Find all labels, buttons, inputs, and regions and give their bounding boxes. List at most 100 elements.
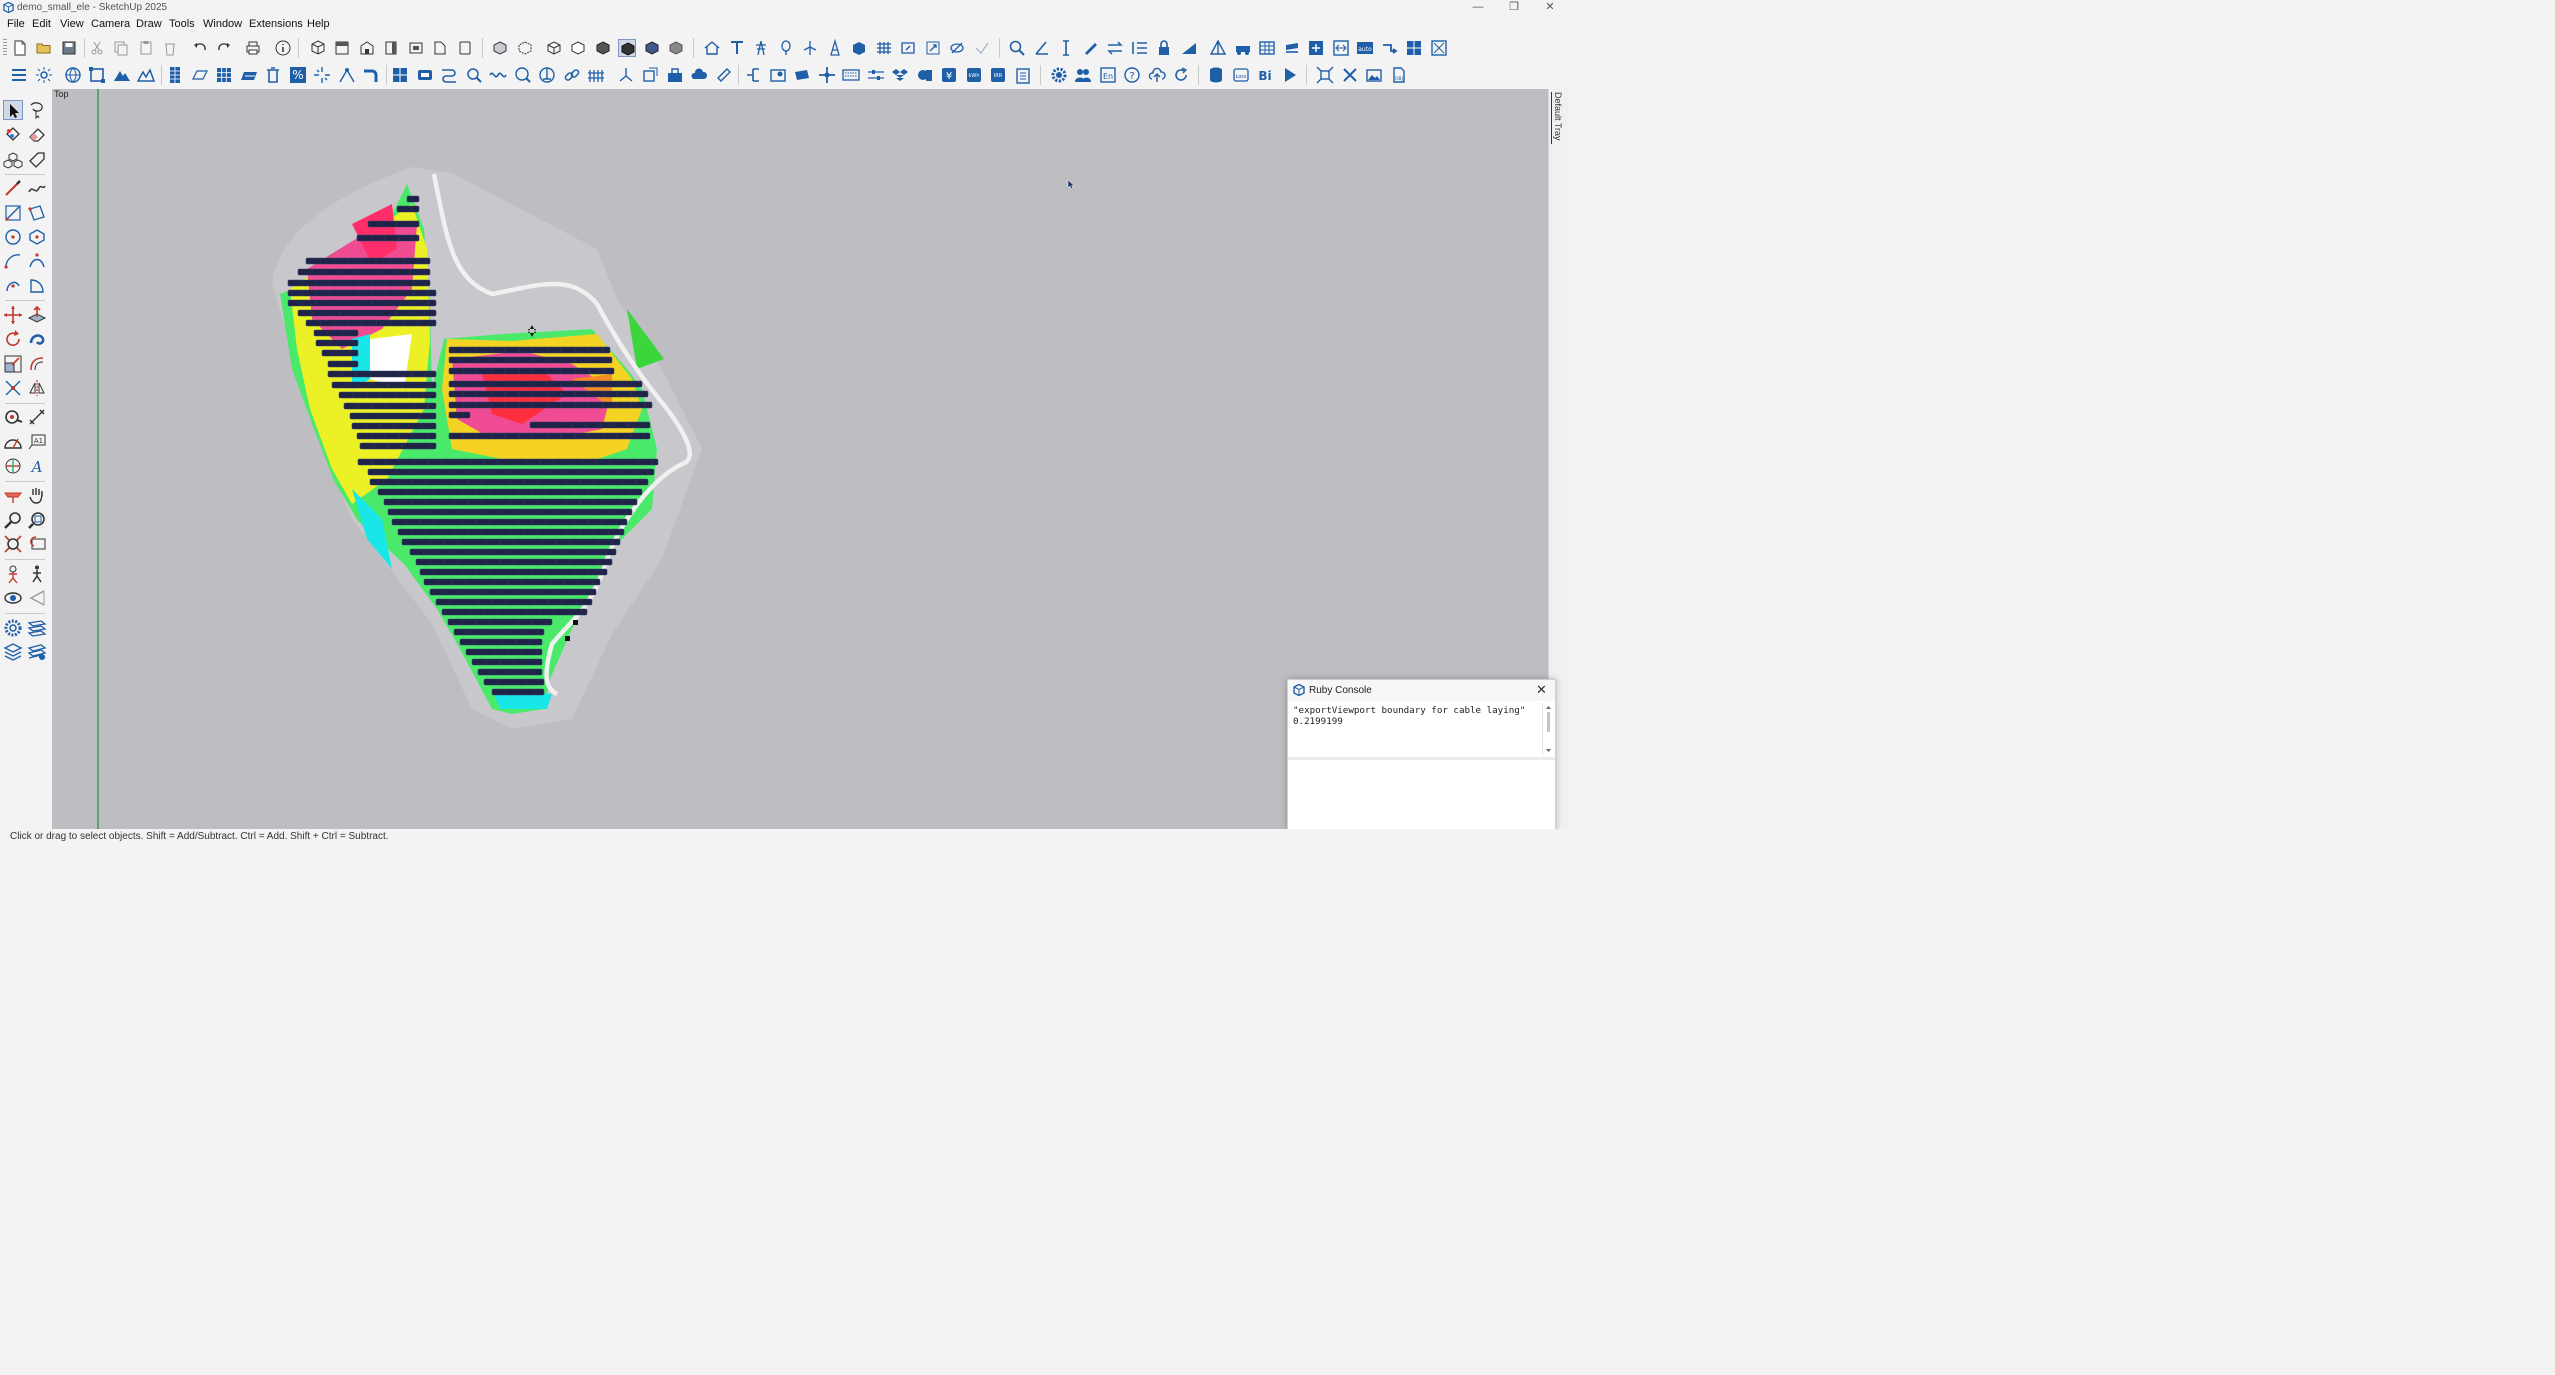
rotated-rectangle-icon[interactable] <box>27 203 47 223</box>
close-icon[interactable]: ✕ <box>1536 682 1547 698</box>
pv-row[interactable] <box>287 279 431 287</box>
polygon-tool-icon[interactable] <box>27 227 47 247</box>
select-tool-icon[interactable] <box>3 100 23 120</box>
copy-icon[interactable] <box>112 39 130 57</box>
grid-array-icon[interactable] <box>875 39 893 57</box>
axes-tool-icon[interactable] <box>3 456 23 476</box>
lock-icon[interactable] <box>1155 39 1173 57</box>
pv-row[interactable] <box>448 356 613 364</box>
components-icon[interactable] <box>3 150 23 170</box>
cross-map-icon[interactable] <box>1430 39 1448 57</box>
tree-icon[interactable] <box>777 39 795 57</box>
previous-view-icon[interactable] <box>27 534 47 554</box>
protractor-icon[interactable] <box>3 432 23 452</box>
map-pin-icon[interactable] <box>769 66 787 84</box>
route-arrow-icon[interactable] <box>1381 39 1399 57</box>
obj-export-icon[interactable]: OBJ <box>1390 66 1408 84</box>
hide-eye-icon[interactable] <box>948 39 966 57</box>
panel-row-icon[interactable] <box>1283 39 1301 57</box>
circle-tool-icon[interactable] <box>3 227 23 247</box>
shaded-style-icon[interactable] <box>594 39 612 57</box>
pv-row[interactable] <box>448 401 653 409</box>
dimension-tool-icon[interactable] <box>27 407 47 427</box>
text-label-icon[interactable]: A1 <box>27 432 47 452</box>
pv-row[interactable] <box>297 309 437 317</box>
pv-row[interactable] <box>448 346 611 354</box>
ruby-console-input[interactable] <box>1289 760 1553 828</box>
pylon-icon[interactable] <box>752 39 770 57</box>
align-panel-icon[interactable] <box>1332 39 1350 57</box>
substation-icon[interactable] <box>666 66 684 84</box>
pipe-bend-icon[interactable] <box>362 66 380 84</box>
paste-icon[interactable] <box>137 39 155 57</box>
right-view-icon[interactable] <box>382 39 400 57</box>
pv-row[interactable] <box>383 498 638 506</box>
box-icon[interactable] <box>850 39 868 57</box>
toolbar-grip[interactable] <box>3 39 7 57</box>
pv-row[interactable] <box>396 205 420 213</box>
tower-icon[interactable] <box>826 39 844 57</box>
keyboard-icon[interactable] <box>842 66 860 84</box>
pv-row[interactable] <box>369 478 649 486</box>
wireframe-style-icon[interactable] <box>545 39 563 57</box>
bifacial-icon[interactable]: Bi <box>1256 66 1274 84</box>
menu-edit[interactable]: Edit <box>32 18 51 30</box>
branch-icon[interactable] <box>744 66 762 84</box>
pv-row[interactable] <box>327 360 359 368</box>
bottom-view-icon[interactable] <box>456 39 474 57</box>
irr-icon[interactable]: IRR <box>989 66 1007 84</box>
database-icon[interactable] <box>1207 66 1225 84</box>
sparkle-icon[interactable] <box>313 66 331 84</box>
pv-row[interactable] <box>465 648 543 656</box>
menu-draw[interactable]: Draw <box>136 18 162 30</box>
slope-terrain-icon[interactable] <box>1180 39 1198 57</box>
pv-row[interactable] <box>397 528 625 536</box>
undo-icon[interactable] <box>191 39 209 57</box>
pv-row[interactable] <box>367 468 655 476</box>
delete-bin-icon[interactable] <box>264 66 282 84</box>
print-icon[interactable] <box>244 39 262 57</box>
offset-tool-icon[interactable] <box>27 354 47 374</box>
pv-row[interactable] <box>491 688 545 696</box>
pv-row[interactable] <box>453 628 545 636</box>
pv-row[interactable] <box>305 257 431 265</box>
boundary-icon[interactable] <box>88 66 106 84</box>
pie-tool-icon[interactable] <box>27 276 47 296</box>
inverter-icon[interactable] <box>416 66 434 84</box>
pv-row[interactable] <box>401 538 621 546</box>
front-view-icon[interactable] <box>358 39 376 57</box>
axis-icon[interactable] <box>617 66 635 84</box>
scale-tool-icon[interactable] <box>3 354 23 374</box>
dropbox-icon[interactable] <box>891 66 909 84</box>
gear-icon[interactable] <box>1050 66 1068 84</box>
cloud-upload-icon[interactable] <box>1148 66 1166 84</box>
iso-view-icon[interactable] <box>309 39 327 57</box>
pv-row[interactable] <box>321 349 359 357</box>
ruby-console-scrollbar[interactable] <box>1542 703 1554 755</box>
cable-route-icon[interactable] <box>440 66 458 84</box>
left-view-icon[interactable] <box>431 39 449 57</box>
hidden-line-style-icon[interactable] <box>569 39 587 57</box>
pv-row[interactable] <box>331 381 437 389</box>
pv-row[interactable] <box>448 390 649 398</box>
top-view-icon[interactable] <box>333 39 351 57</box>
mountain-icon[interactable] <box>113 66 131 84</box>
table-grid-icon[interactable] <box>1258 39 1276 57</box>
pv-row[interactable] <box>315 339 359 347</box>
pv-row[interactable] <box>349 412 437 420</box>
language-icon[interactable]: En <box>1099 66 1117 84</box>
list-settings-icon[interactable] <box>1131 39 1149 57</box>
tilted-panel-icon[interactable] <box>191 66 209 84</box>
pv-row[interactable] <box>423 578 601 586</box>
percent-icon[interactable]: % <box>289 66 307 84</box>
fence-icon[interactable] <box>587 66 605 84</box>
wind-turbine-icon[interactable] <box>801 39 819 57</box>
lasso-select-icon[interactable] <box>27 100 47 120</box>
yen-cost-icon[interactable]: ¥ <box>940 66 958 84</box>
pv-row[interactable] <box>356 234 420 242</box>
cross-tool-icon[interactable] <box>1341 66 1359 84</box>
xray-style-icon[interactable] <box>491 39 509 57</box>
pv-row[interactable] <box>409 548 617 556</box>
stack-icon[interactable] <box>916 66 934 84</box>
erase-icon[interactable] <box>161 39 179 57</box>
